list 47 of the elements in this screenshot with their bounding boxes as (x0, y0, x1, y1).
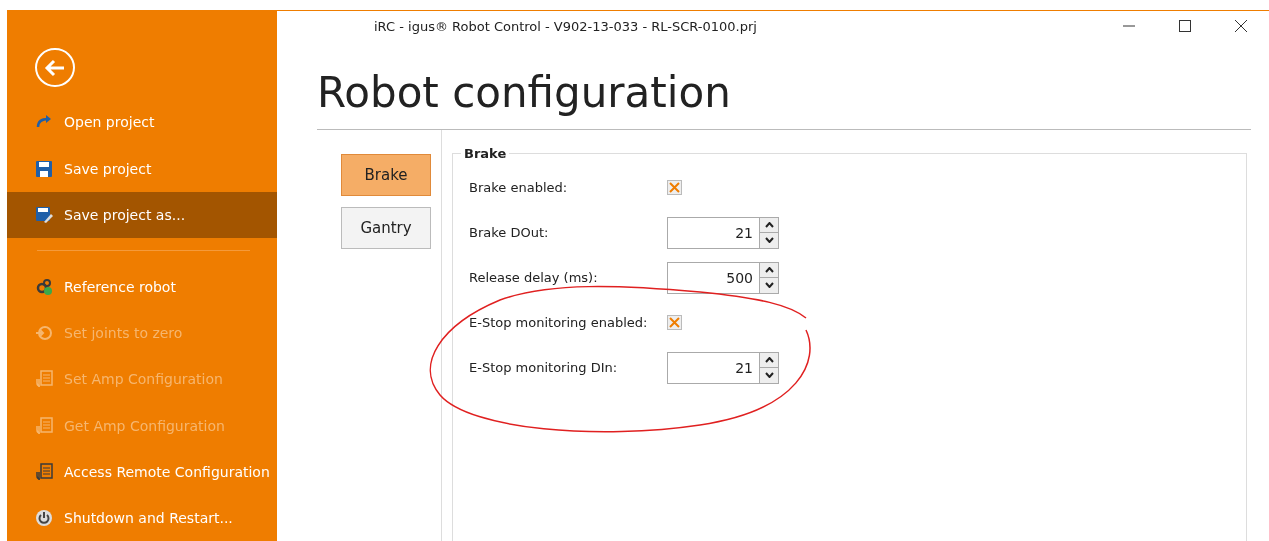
page-title: Robot configuration (317, 67, 732, 119)
window-title: iRC - igus® Robot Control - V902-13-033 - RL-SCR-0100.prj (374, 18, 758, 34)
maximize-icon (1179, 20, 1191, 32)
decrement-button[interactable] (760, 368, 779, 384)
up-chevron-icon (764, 221, 774, 228)
increment-button[interactable] (760, 216, 779, 233)
number-field[interactable]: 500 (667, 261, 760, 294)
tab[interactable]: Gantry (341, 207, 431, 249)
increment-button[interactable] (760, 351, 779, 368)
tab[interactable]: Brake (341, 154, 431, 196)
increment-button[interactable] (760, 261, 779, 278)
field-label: Brake enabled: (469, 180, 569, 195)
save-as-icon (35, 205, 53, 224)
sidebar-item[interactable]: Shutdown and Restart... (7, 494, 277, 541)
back-button[interactable] (35, 48, 75, 88)
sidebar-item[interactable]: Open project (7, 99, 277, 146)
cross-mark-icon (669, 182, 680, 193)
up-chevron-icon (764, 356, 774, 363)
decrement-button[interactable] (760, 233, 779, 249)
field-label: E-Stop monitoring enabled: (469, 315, 649, 330)
down-chevron-icon (764, 237, 774, 244)
save-icon (35, 159, 53, 178)
sidebar-item[interactable]: Save project (7, 145, 277, 192)
decrement-button[interactable] (760, 278, 779, 294)
field-label: E-Stop monitoring DIn: (469, 360, 619, 375)
document-icon (35, 416, 53, 435)
up-chevron-icon (764, 266, 774, 273)
sidebar-item[interactable]: Reference robot (7, 263, 277, 311)
power-icon (35, 508, 53, 527)
cross-mark-icon (669, 317, 680, 328)
gears-icon (35, 278, 53, 296)
checkbox[interactable] (667, 180, 682, 195)
group-title: Brake (463, 146, 508, 161)
field-label: Release delay (ms): (469, 270, 599, 285)
back-arrow-icon (44, 58, 66, 77)
field-label: Brake DOut: (469, 225, 550, 240)
checkbox[interactable] (667, 315, 682, 330)
sidebar-item[interactable]: Access Remote Configuration (7, 448, 277, 495)
document-icon (35, 370, 53, 389)
close-icon (1235, 20, 1247, 32)
number-field[interactable]: 21 (667, 216, 760, 249)
document-icon (35, 462, 53, 481)
number-field[interactable]: 21 (667, 351, 760, 384)
down-chevron-icon (764, 282, 774, 289)
sidebar-item[interactable]: Save project as... (7, 191, 277, 238)
minimize-icon (1123, 25, 1135, 27)
down-chevron-icon (764, 372, 774, 379)
